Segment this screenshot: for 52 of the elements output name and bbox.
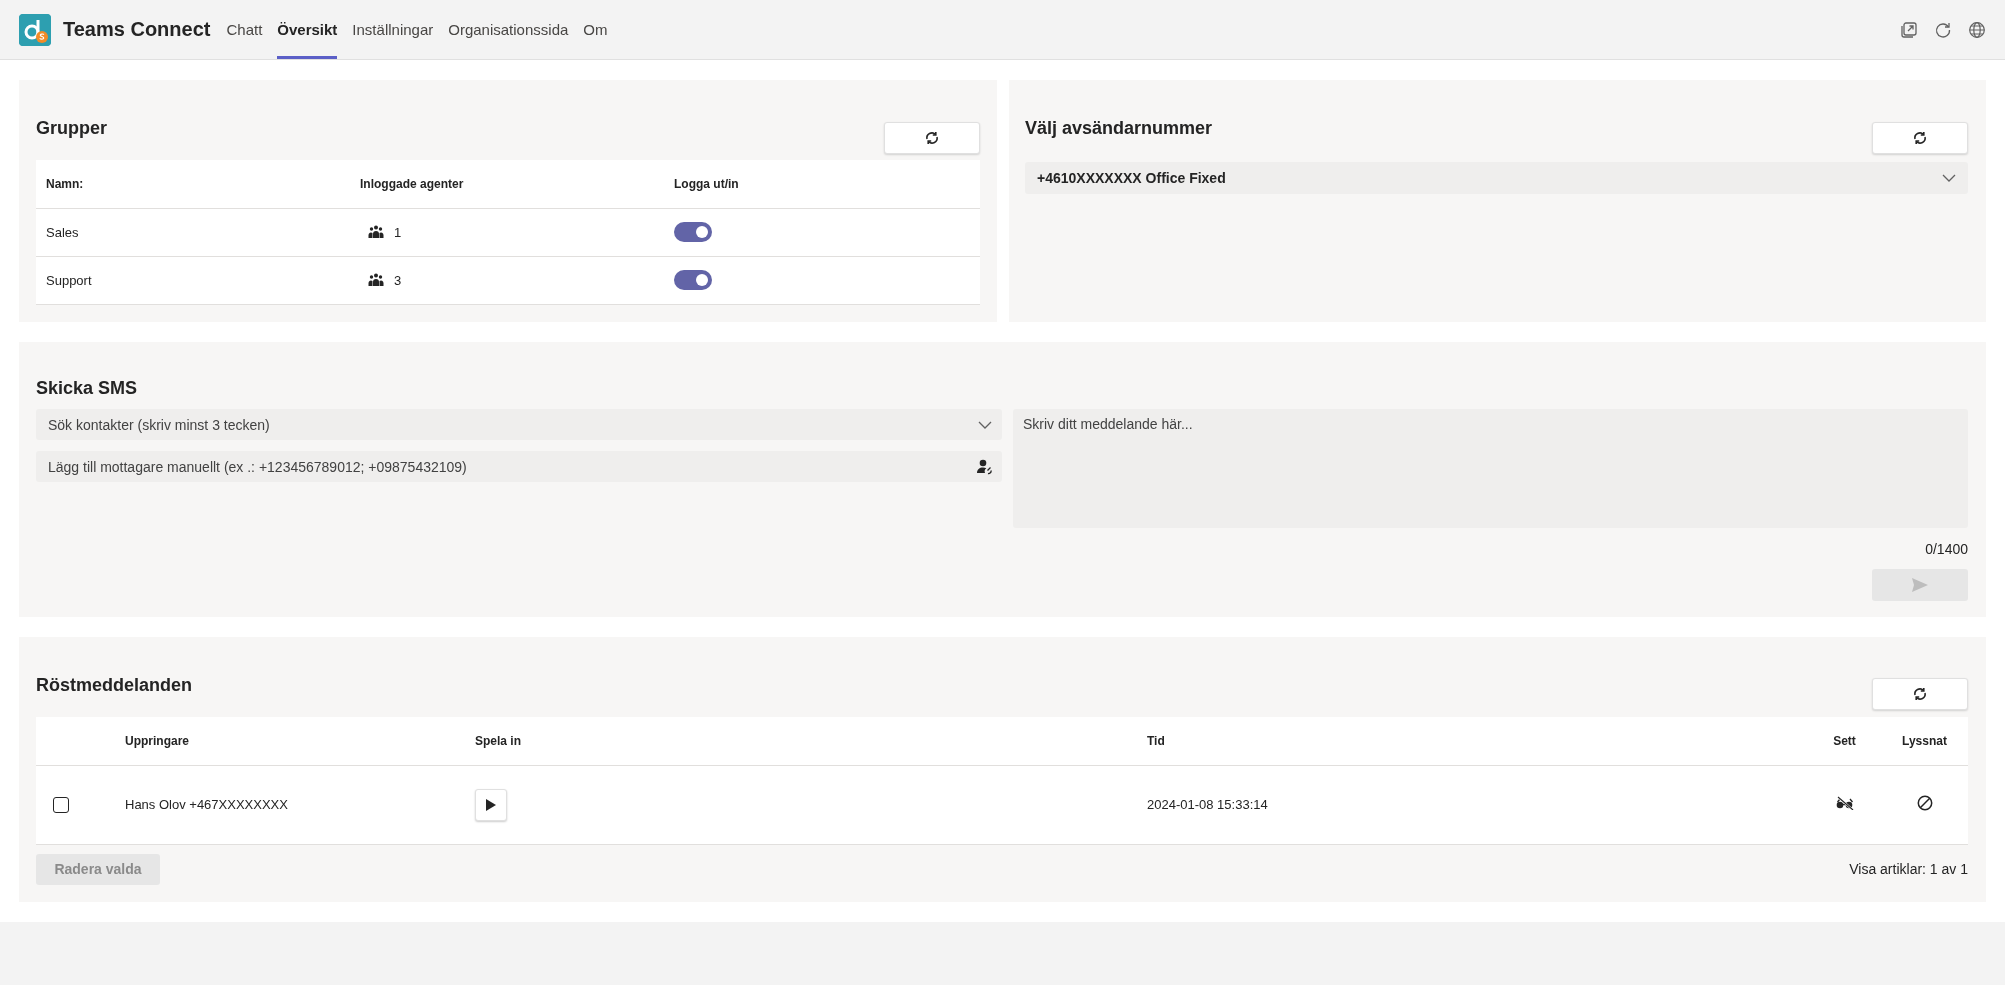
column-header: Uppringare	[125, 733, 189, 748]
add-person-icon	[976, 458, 992, 475]
people-icon	[368, 225, 384, 239]
play-icon	[485, 797, 497, 812]
nav-tab[interactable]: Om	[583, 0, 608, 59]
login-toggle[interactable]	[674, 222, 712, 242]
pagination-text: Visa artiklar: 1 av 1	[1849, 861, 1968, 877]
refresh-icon	[1912, 686, 1928, 702]
agent-count: 1	[394, 224, 402, 240]
glasses-slash-icon	[1835, 796, 1854, 810]
card-title: Grupper	[36, 118, 107, 139]
column-header: Logga ut/in	[674, 176, 739, 191]
group-name: Support	[46, 272, 92, 288]
message-field[interactable]: Skriv ditt meddelande här...	[1013, 409, 1968, 528]
send-icon	[1911, 577, 1929, 593]
refresh-button[interactable]	[1872, 678, 1968, 710]
column-header: Lyssnat	[1902, 733, 1947, 748]
refresh-icon	[924, 130, 940, 146]
contact-search-field[interactable]: Sök kontakter (skriv minst 3 tecken)	[36, 409, 1002, 440]
caller-text: Hans Olov +467XXXXXXXX	[125, 797, 288, 812]
column-header: Namn:	[46, 176, 84, 191]
chevron-down-icon	[978, 420, 992, 429]
popout-icon[interactable]	[1900, 20, 1918, 39]
chevron-down-icon	[1942, 174, 1956, 182]
reload-icon[interactable]	[1934, 20, 1952, 39]
column-header: Spela in	[475, 733, 521, 748]
card-title: Röstmeddelanden	[36, 675, 193, 696]
card-title: Välj avsändarnummer	[1025, 118, 1213, 139]
column-header: Tid	[1147, 733, 1165, 748]
column-header: Inloggade agenter	[360, 176, 464, 191]
group-name: Sales	[46, 224, 79, 240]
app-title: Teams Connect	[63, 18, 211, 41]
refresh-button[interactable]	[1872, 122, 1968, 154]
row-checkbox[interactable]	[53, 796, 69, 813]
nav-tab[interactable]: Organisationssida	[448, 0, 569, 59]
play-button[interactable]	[475, 788, 507, 821]
character-counter: 0/1400	[1925, 541, 1968, 557]
refresh-icon	[1912, 130, 1928, 146]
card-title: Skicka SMS	[36, 378, 139, 400]
prohibited-icon	[1916, 795, 1933, 811]
people-icon	[368, 273, 384, 287]
sender-number-dropdown[interactable]: +4610XXXXXXX Office Fixed	[1025, 162, 1968, 194]
login-toggle[interactable]	[674, 270, 712, 290]
column-header: Sett	[1833, 733, 1856, 748]
agent-count: 3	[394, 272, 402, 288]
nav-tab[interactable]: Inställningar	[352, 0, 434, 59]
time-text: 2024-01-08 15:33:14	[1147, 797, 1268, 812]
recipients-field[interactable]: Lägg till mottagare manuellt (ex .: +123456789012; +09875432109)	[36, 451, 1002, 482]
globe-icon[interactable]	[1968, 20, 1986, 39]
app-logo-icon	[19, 13, 51, 46]
refresh-button[interactable]	[884, 122, 980, 154]
nav-tab[interactable]: Chatt	[226, 0, 263, 59]
